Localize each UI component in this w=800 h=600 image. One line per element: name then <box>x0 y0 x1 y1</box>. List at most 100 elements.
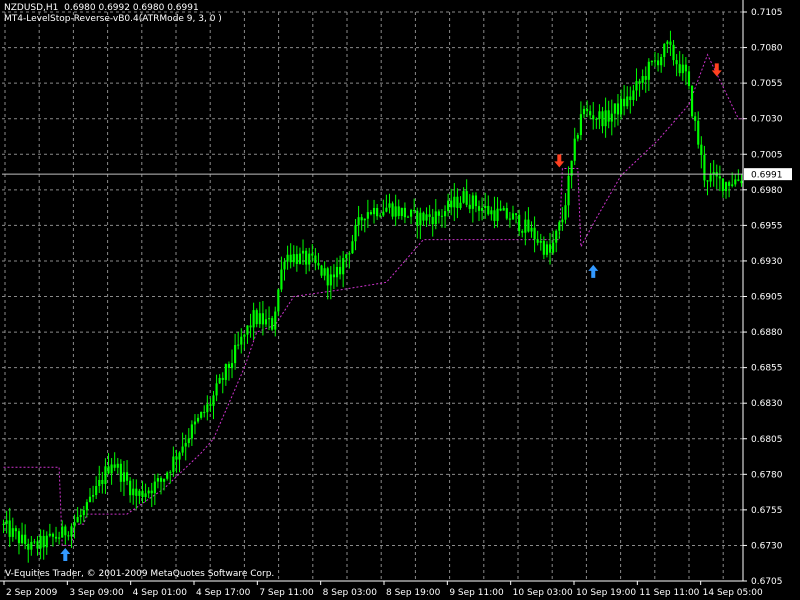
candle-body <box>246 325 249 335</box>
candle-body <box>169 471 172 473</box>
candle-body <box>98 479 101 487</box>
candle-body <box>570 160 573 176</box>
candle-body <box>697 120 700 145</box>
candle-body <box>647 61 650 80</box>
candle-body <box>283 261 286 270</box>
candle-body <box>416 210 419 226</box>
candle-body <box>586 108 589 112</box>
candle-body <box>79 514 82 518</box>
y-tick-label: 0.6755 <box>751 506 783 516</box>
candle-body <box>144 493 147 497</box>
candle-body <box>425 214 428 221</box>
candle-body <box>54 536 58 539</box>
candle-body <box>206 404 209 413</box>
candle-body <box>663 43 666 57</box>
candle-body <box>64 526 67 536</box>
candle-body <box>644 76 647 80</box>
candle-body <box>2 523 5 525</box>
x-tick-label: 8 Sep 19:00 <box>386 588 441 598</box>
x-tick-label: 4 Sep 01:00 <box>133 588 188 598</box>
price-chart[interactable]: 0.6991 0.7105 0.7080 0.7055 0.7030 0.7005 0.6… <box>0 0 800 600</box>
candle-body <box>110 464 113 474</box>
candle-body <box>203 411 206 413</box>
y-tick-label: 0.6880 <box>751 328 783 338</box>
candle-body <box>295 254 298 264</box>
candle-body <box>669 41 672 45</box>
candle-body <box>138 490 141 496</box>
candle-body <box>314 255 317 264</box>
candle-body <box>339 266 342 275</box>
candle-body <box>403 207 406 218</box>
candle-body <box>573 138 576 161</box>
candle-body <box>249 325 252 328</box>
candle-body <box>335 266 339 278</box>
candle-body <box>252 310 255 328</box>
candle-body <box>406 216 410 218</box>
candle-body <box>292 254 295 263</box>
candle-body <box>342 258 345 275</box>
candle-body <box>558 222 561 231</box>
candle-body <box>237 344 240 346</box>
candle-body <box>311 253 314 256</box>
candle-body <box>119 463 122 482</box>
candle-body <box>277 289 280 312</box>
candle-body <box>465 191 468 205</box>
candle-body <box>632 90 635 100</box>
candle-body <box>141 490 144 497</box>
candle-body <box>700 144 703 155</box>
candle-body <box>638 81 641 83</box>
candle-body <box>616 103 620 115</box>
candle-body <box>107 466 110 474</box>
candle-body <box>166 472 169 479</box>
candle-body <box>548 244 552 253</box>
y-tick-label: 0.6905 <box>751 293 783 303</box>
candle-body <box>215 383 218 396</box>
candle-body <box>709 174 712 182</box>
candle-body <box>308 253 311 265</box>
candle-body <box>178 452 181 460</box>
candle-body <box>5 520 8 524</box>
candle-body <box>267 318 271 320</box>
candle-body <box>187 438 190 444</box>
candle-body <box>511 213 515 220</box>
candle-body <box>413 210 416 212</box>
candle-body <box>619 98 623 115</box>
candle-body <box>376 208 379 217</box>
x-tick-label: 10 Sep 03:00 <box>513 588 573 598</box>
candle-body <box>372 208 376 215</box>
candle-body <box>610 113 613 122</box>
candle-body <box>502 208 505 211</box>
candle-body <box>51 533 55 537</box>
candle-body <box>694 116 697 121</box>
y-tick-label: 0.6705 <box>751 577 783 587</box>
candle-body <box>450 200 453 208</box>
candle-body <box>437 211 440 216</box>
candle-body <box>150 490 153 494</box>
y-tick-label: 0.6780 <box>751 470 783 480</box>
candle-body <box>388 203 391 208</box>
candle-body <box>487 205 490 215</box>
candle-body <box>329 274 332 286</box>
candle-body <box>687 71 691 87</box>
candle-body <box>218 377 221 384</box>
candle-body <box>434 211 437 225</box>
candle-body <box>163 478 166 482</box>
candle-body <box>681 64 684 74</box>
x-tick-label: 2 Sep 2009 <box>6 588 58 598</box>
symbol-info: NZDUSD,H1 0.6980 0.6992 0.6980 0.6991 <box>4 3 199 13</box>
candle-body <box>24 534 27 544</box>
candle-body <box>468 204 471 209</box>
candle-body <box>428 214 431 217</box>
candle-body <box>58 537 61 539</box>
candle-body <box>607 110 610 122</box>
candle-body <box>657 60 660 66</box>
candle-body <box>734 179 737 185</box>
candle-body <box>20 534 24 544</box>
current-price-label: 0.6991 <box>751 171 783 181</box>
candle-body <box>533 227 536 240</box>
candle-body <box>184 443 187 447</box>
candle-body <box>354 225 357 242</box>
candle-body <box>592 115 595 120</box>
candle-body <box>703 154 706 181</box>
candle-body <box>280 269 283 290</box>
